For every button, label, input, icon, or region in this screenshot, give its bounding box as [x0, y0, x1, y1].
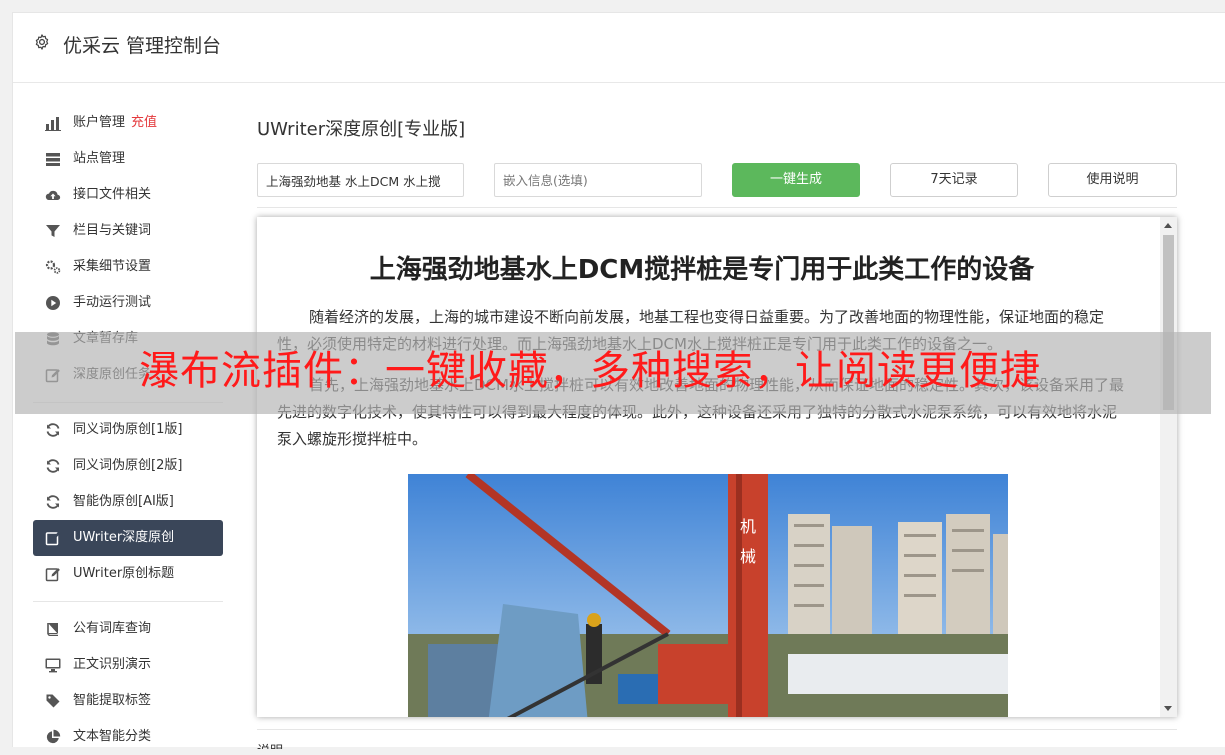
promo-overlay-banner: 瀑布流插件：一键收藏，多种搜索，让阅读更便捷: [15, 332, 1211, 414]
article-title: 上海强劲地基水上DCM搅拌桩是专门用于此类工作的设备: [369, 255, 1035, 285]
sidebar-item-label: UWriter原创标题: [73, 566, 175, 581]
gear-icon: [35, 34, 49, 50]
sidebar: 账户管理充值站点管理接口文件相关栏目与关键词采集细节设置手动运行测试文章暂存库深…: [33, 105, 223, 755]
refresh-icon: [46, 423, 60, 437]
sidebar-item-0-0[interactable]: 账户管理 充值: [33, 105, 223, 141]
page-title: UWriter深度原创[专业版]: [257, 119, 466, 140]
construction-photo-illustration: 机 械: [408, 474, 1008, 717]
cloud-upload-icon: [45, 190, 61, 201]
sidebar-item-label: 智能提取标签: [73, 693, 152, 708]
refresh-icon: [46, 459, 60, 473]
monitor-icon: [45, 658, 61, 673]
sidebar-item-1-3-active[interactable]: UWriter深度原创: [33, 520, 223, 556]
sidebar-item-label: 同义词伪原创[1版]: [73, 422, 183, 437]
sidebar-item-label: 正文识别演示: [73, 657, 152, 672]
sidebar-divider: [33, 601, 223, 602]
server-icon: [46, 153, 60, 166]
tag-icon: [46, 694, 60, 708]
promo-overlay-text: 瀑布流插件：一键收藏，多种搜索，让阅读更便捷: [139, 348, 1041, 394]
article-scrollbar[interactable]: [1160, 217, 1177, 717]
sidebar-item-label: 智能伪原创[AI版]: [73, 494, 174, 509]
sidebar-item-1-4[interactable]: UWriter原创标题: [33, 556, 223, 592]
header: 优采云 管理控制台: [13, 13, 1225, 83]
scroll-up-icon[interactable]: [1164, 223, 1172, 228]
help-button[interactable]: 使用说明: [1048, 163, 1177, 197]
generate-button[interactable]: 一键生成: [732, 163, 860, 197]
sidebar-item-2-0[interactable]: 公有词库查询: [33, 611, 223, 647]
sidebar-item-label: 文本智能分类: [73, 729, 152, 744]
app-title: 优采云 管理控制台: [63, 35, 222, 57]
keyword-input[interactable]: [257, 163, 464, 197]
article-photo: 机 械: [408, 474, 1008, 717]
sidebar-item-label: 同义词伪原创[2版]: [73, 458, 183, 473]
sidebar-item-2-2[interactable]: 智能提取标签: [33, 683, 223, 719]
toolbar: 一键生成 7天记录 使用说明: [257, 163, 1177, 197]
embed-info-input[interactable]: [494, 163, 702, 197]
divider: [257, 207, 1177, 208]
instructions-label: 说明: [257, 741, 283, 749]
bar-chart-icon: [45, 117, 61, 131]
cogs-icon: [45, 260, 61, 274]
photo-sign-char: 械: [740, 547, 756, 566]
sidebar-item-0-3[interactable]: 栏目与关键词: [33, 213, 223, 249]
scroll-down-icon[interactable]: [1164, 706, 1172, 711]
refresh-icon: [46, 495, 60, 509]
sidebar-item-1-2[interactable]: 智能伪原创[AI版]: [33, 484, 223, 520]
filter-icon: [46, 225, 60, 237]
play-circle-icon: [46, 296, 60, 310]
history-button[interactable]: 7天记录: [890, 163, 1018, 197]
sidebar-item-2-1[interactable]: 正文识别演示: [33, 647, 223, 683]
divider: [257, 729, 1177, 730]
sidebar-item-label: 手动运行测试: [73, 295, 152, 310]
sidebar-item-1-1[interactable]: 同义词伪原创[2版]: [33, 448, 223, 484]
sidebar-item-label: 站点管理: [73, 151, 126, 166]
sidebar-item-0-4[interactable]: 采集细节设置: [33, 249, 223, 285]
sidebar-item-label: 栏目与关键词: [73, 223, 152, 238]
recharge-link[interactable]: 充值: [131, 115, 157, 130]
sidebar-item-label: 账户管理: [73, 115, 126, 130]
edit-icon: [45, 568, 60, 582]
pie-chart-icon: [46, 729, 61, 744]
sidebar-item-0-2[interactable]: 接口文件相关: [33, 177, 223, 213]
sidebar-item-0-5[interactable]: 手动运行测试: [33, 285, 223, 321]
sidebar-item-label: 采集细节设置: [73, 259, 152, 274]
photo-sign-char: 机: [740, 517, 756, 536]
article-preview[interactable]: 上海强劲地基水上DCM搅拌桩是专门用于此类工作的设备 随着经济的发展，上海的城市…: [257, 217, 1177, 717]
sidebar-item-label: 公有词库查询: [73, 621, 152, 636]
sidebar-item-label: UWriter深度原创: [73, 530, 175, 545]
edit-icon: [45, 532, 60, 546]
sidebar-item-1-0[interactable]: 同义词伪原创[1版]: [33, 412, 223, 448]
sidebar-item-label: 接口文件相关: [73, 187, 152, 202]
sidebar-item-2-3[interactable]: 文本智能分类: [33, 719, 223, 755]
book-icon: [47, 623, 58, 636]
sidebar-item-0-1[interactable]: 站点管理: [33, 141, 223, 177]
